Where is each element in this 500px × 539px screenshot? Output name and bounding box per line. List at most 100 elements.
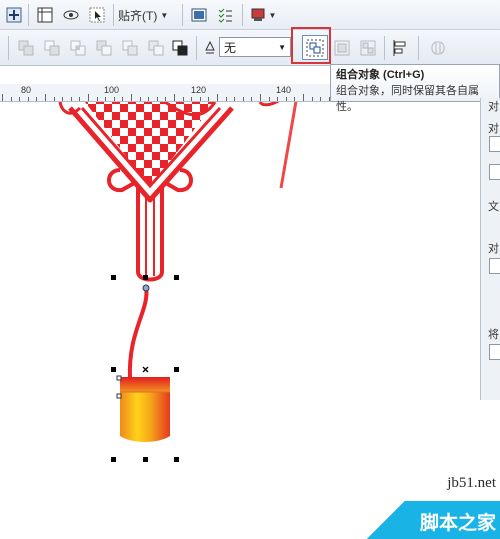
ruler-label: 80 [21, 85, 32, 95]
annotation-arrow [279, 102, 298, 189]
ruler-tick [113, 97, 115, 101]
paste-snap-label: 贴齐(T) [118, 8, 158, 23]
front-minus-back-icon[interactable] [120, 37, 140, 59]
ruler-tick [10, 97, 12, 101]
ruler-tick [260, 94, 261, 101]
docker-label: 文 [488, 201, 499, 213]
ruler-tick [182, 97, 184, 101]
main-toolbar: 贴齐(T) ▼ ▼ [0, 0, 500, 30]
tooltip-title: 组合对象 (Ctrl+G) [336, 69, 425, 81]
ruler-tick [303, 94, 304, 101]
docker-label: 将 [488, 329, 499, 341]
weld-icon[interactable] [16, 37, 36, 59]
ungroup-icon[interactable] [332, 37, 352, 59]
chevron-down-icon: ▼ [268, 10, 277, 20]
separator [242, 4, 243, 26]
ruler-tick [242, 97, 244, 101]
tassel[interactable] [120, 377, 170, 442]
chevron-down-icon: ▼ [278, 43, 286, 52]
ruler-tick [19, 97, 21, 101]
ruler-label: 140 [276, 85, 292, 95]
separator [384, 36, 385, 60]
distribute-icon[interactable] [489, 344, 500, 360]
separator [418, 36, 419, 60]
separator [182, 4, 183, 26]
ruler-tick [294, 97, 296, 101]
ruler-tick [165, 97, 167, 101]
docker-label: 对 [488, 243, 499, 255]
frame-icon[interactable] [34, 4, 56, 26]
drawing-canvas[interactable] [0, 102, 480, 539]
ruler-tick [268, 97, 270, 101]
simplify-icon[interactable] [94, 37, 114, 59]
ruler-tick [320, 97, 322, 101]
pen-outline-icon [202, 37, 218, 59]
ruler-tick [156, 97, 158, 101]
export-icon[interactable]: ▼ [248, 4, 278, 26]
tooltip-description: 组合对象，同时保留其各自属性。 [336, 85, 479, 113]
align-left-icon[interactable] [489, 136, 500, 152]
highlight-box [291, 27, 331, 64]
ruler-tick [285, 97, 287, 101]
ruler-label: 120 [191, 85, 207, 95]
watermark-url: jb51.net [447, 475, 496, 491]
separator [196, 36, 197, 60]
string-selection-handles[interactable] [111, 275, 179, 280]
ruler-tick [148, 97, 150, 101]
ruler-tick [174, 94, 175, 101]
ruler-tick [191, 97, 193, 101]
ruler-tick [199, 97, 201, 101]
intersect-icon[interactable] [68, 37, 88, 59]
align-top-icon[interactable] [489, 164, 500, 180]
ruler-tick [53, 97, 55, 101]
ruler-tick [96, 97, 98, 101]
docker-label: 对 [488, 101, 499, 113]
list-icon[interactable] [214, 4, 236, 26]
ruler-tick [234, 97, 236, 101]
ruler-tick [122, 97, 124, 101]
back-minus-front-icon[interactable] [146, 37, 166, 59]
boundary-icon[interactable] [170, 37, 190, 59]
ruler-tick [208, 97, 210, 101]
watermark: jb51.net 脚本之家 [358, 475, 500, 539]
ruler-tick [36, 97, 38, 101]
ruler-tick [277, 97, 279, 101]
ruler-tick [2, 94, 3, 101]
page-icon[interactable] [489, 258, 500, 274]
ruler-tick [311, 97, 313, 101]
docker-label: 对 [488, 123, 499, 135]
separator [8, 36, 9, 60]
trim-icon[interactable] [42, 37, 62, 59]
string-node[interactable] [142, 284, 150, 292]
knot-right-loop [258, 102, 280, 107]
envelope-icon[interactable] [428, 37, 448, 59]
ungroup-all-icon[interactable] [358, 37, 378, 59]
ruler-tick [45, 94, 46, 101]
ruler-tick [105, 97, 107, 101]
ruler-label: 100 [104, 85, 120, 95]
chevron-down-icon: ▼ [160, 10, 169, 20]
tassel-string[interactable] [127, 286, 149, 379]
cursor-icon[interactable] [86, 4, 108, 26]
outline-width-select[interactable]: 无 ▼ [219, 37, 291, 57]
docker-panel: 对 对 文 对 将 [480, 98, 500, 400]
app-window: 贴齐(T) ▼ ▼ 无 ▼ 80 100 120 140 组合对象 (Ctrl+… [0, 0, 500, 539]
ruler-tick [131, 94, 132, 101]
align-distribute-icon[interactable] [390, 37, 410, 59]
ruler-tick [139, 97, 141, 101]
paste-snap-button[interactable]: 贴齐(T) ▼ [118, 4, 178, 26]
separator [28, 4, 29, 26]
separator [113, 4, 114, 26]
eye-icon[interactable] [60, 4, 82, 26]
view-icon[interactable] [4, 4, 24, 26]
ruler-tick [251, 97, 253, 101]
ruler-tick [70, 97, 72, 101]
chinese-knot[interactable] [58, 102, 280, 282]
outline-width-value: 无 [224, 40, 237, 55]
image-icon[interactable] [188, 4, 210, 26]
ruler-tick [62, 97, 64, 101]
ruler-tick [88, 94, 89, 101]
ruler-tick [79, 97, 81, 101]
group-tooltip: 组合对象 (Ctrl+G) 组合对象，同时保留其各自属性。 [330, 64, 500, 113]
knot-hanging-inner [145, 198, 155, 276]
